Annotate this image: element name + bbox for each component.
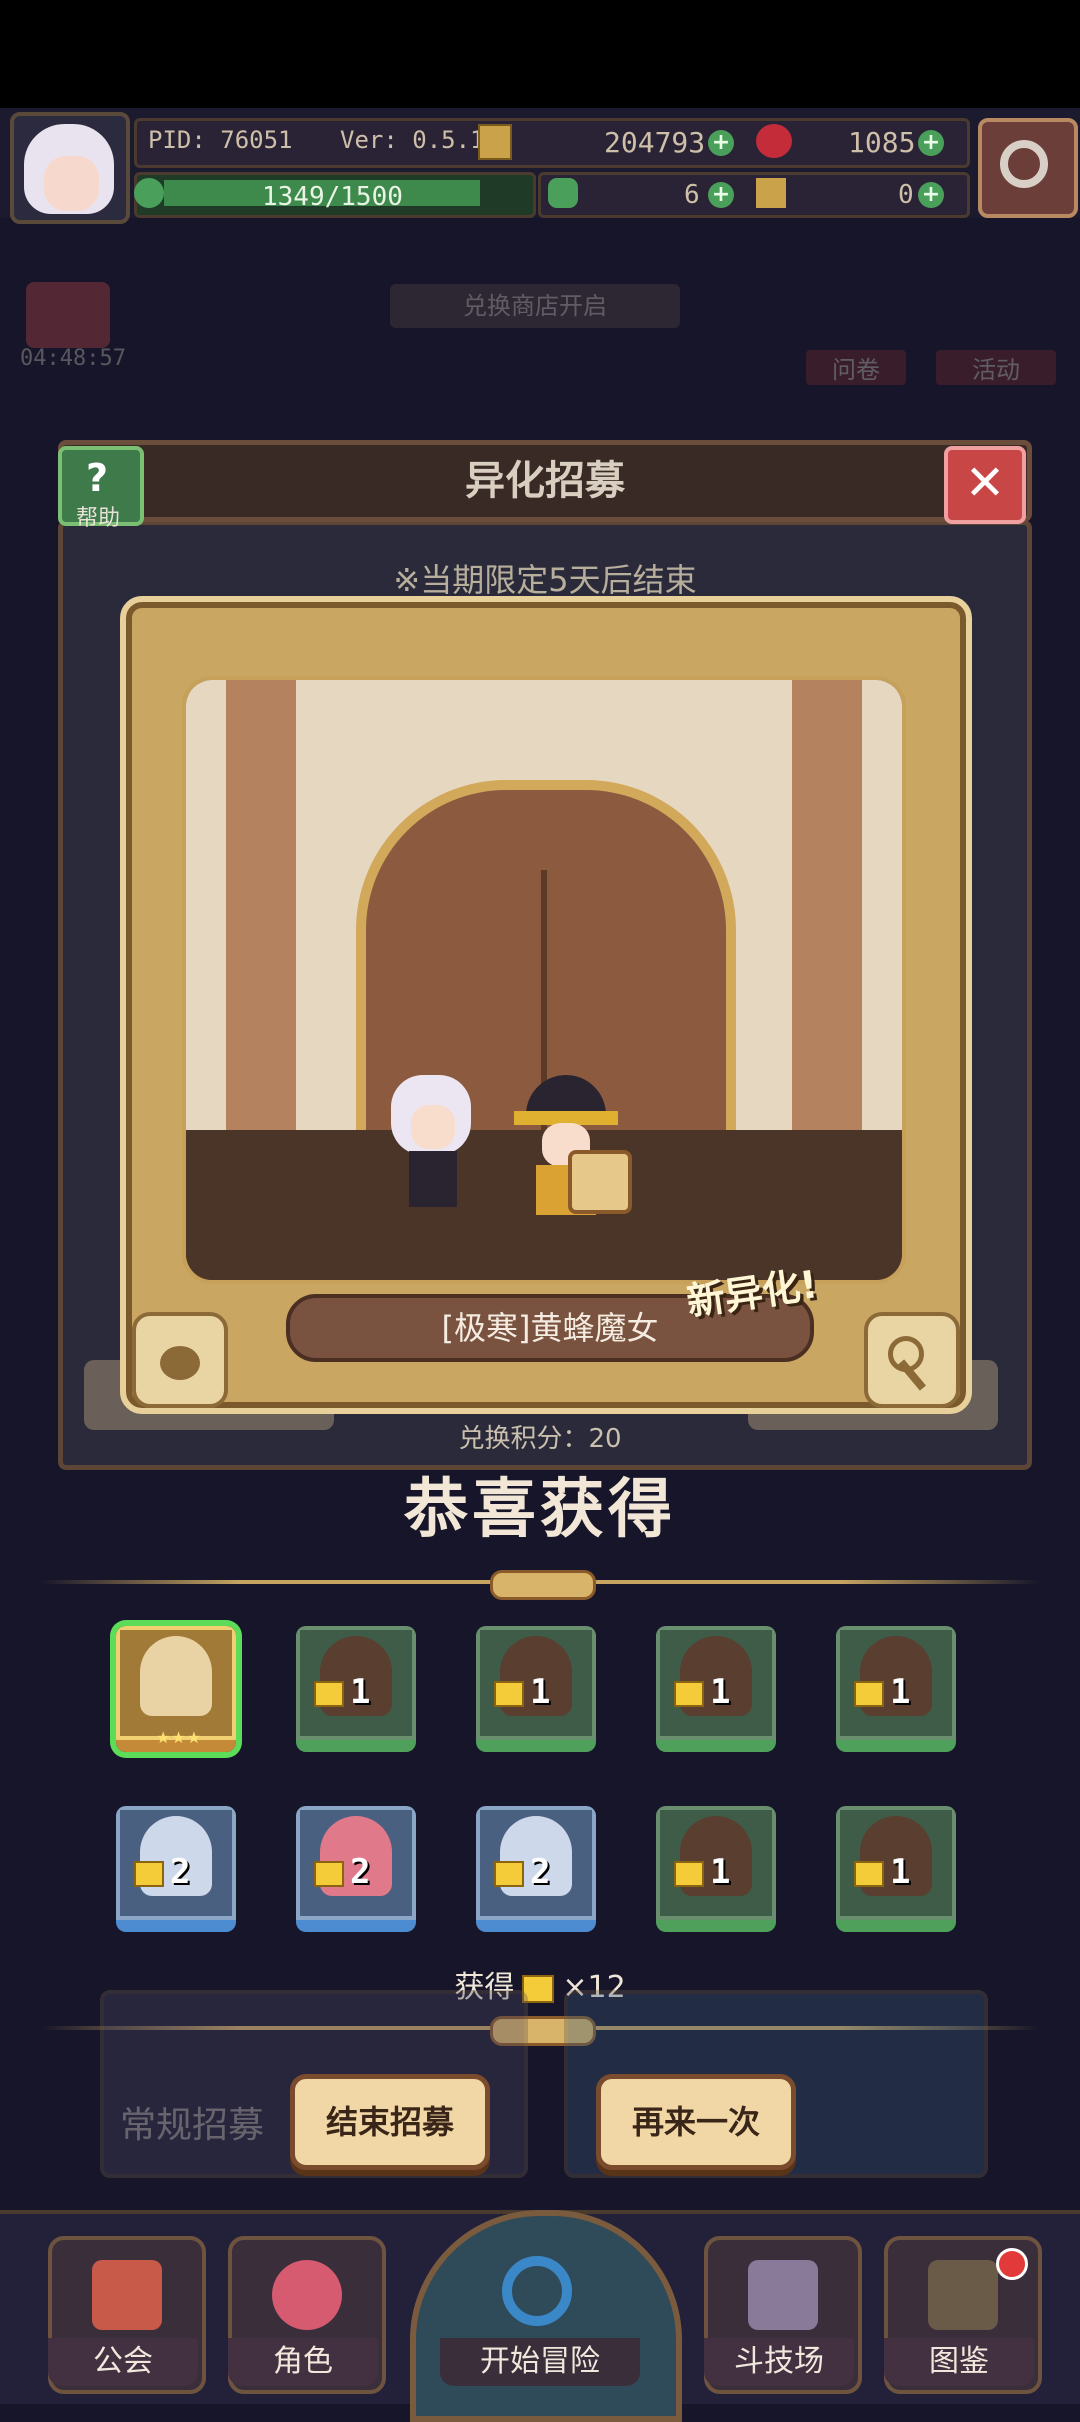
chest-icon bbox=[494, 1680, 524, 1707]
result-card: [极寒]黄蜂魔女 新异化! bbox=[120, 596, 972, 1414]
reward-count: 1 bbox=[530, 1672, 551, 1712]
key-icon-button[interactable] bbox=[864, 1312, 960, 1408]
key-plus-button[interactable]: + bbox=[918, 182, 944, 208]
shop-banner: 兑换商店开启 bbox=[390, 284, 680, 328]
question-icon: ? bbox=[85, 456, 109, 500]
help-label: 帮助 bbox=[75, 506, 120, 531]
chest-icon bbox=[854, 1680, 884, 1707]
nav-adventure-label: 开始冒险 bbox=[440, 2338, 640, 2386]
event-timer: 04:48:57 bbox=[20, 346, 126, 371]
book-icon bbox=[928, 2260, 998, 2330]
gem-icon bbox=[756, 124, 792, 158]
pillar-left bbox=[226, 680, 296, 1130]
reward-count: 1 bbox=[710, 1852, 731, 1892]
clover-amount: 6 bbox=[684, 180, 700, 210]
reward-count: 2 bbox=[350, 1852, 371, 1892]
pillar-right bbox=[792, 680, 862, 1130]
reward-item[interactable]: 2 bbox=[296, 1806, 416, 1932]
hero-character bbox=[381, 1075, 481, 1215]
chest-icon bbox=[674, 1680, 704, 1707]
settings-button[interactable] bbox=[978, 118, 1078, 218]
reward-count: 1 bbox=[710, 1672, 731, 1712]
reward-item[interactable]: 1 bbox=[656, 1626, 776, 1752]
reward-count: 2 bbox=[170, 1852, 191, 1892]
reward-count: 1 bbox=[890, 1672, 911, 1712]
reward-item[interactable]: 2 bbox=[116, 1806, 236, 1932]
normal-recruit-label: 常规招募 bbox=[120, 2105, 265, 2146]
magnifier-icon bbox=[502, 2256, 572, 2326]
status-bar bbox=[0, 0, 1080, 108]
paw-icon[interactable] bbox=[132, 1312, 228, 1408]
reward-item[interactable]: ★★★ bbox=[116, 1626, 236, 1752]
reward-item[interactable]: 1 bbox=[656, 1806, 776, 1932]
reward-stars: ★★★ bbox=[156, 1728, 203, 1747]
reward-item[interactable]: 1 bbox=[836, 1806, 956, 1932]
chest-icon bbox=[854, 1860, 884, 1887]
reward-count: 1 bbox=[890, 1852, 911, 1892]
nav-codex-label: 图鉴 bbox=[884, 2338, 1034, 2386]
recruit-again-button[interactable]: 再来一次 bbox=[596, 2074, 796, 2170]
notification-badge bbox=[996, 2248, 1028, 2280]
clover-icon bbox=[548, 178, 578, 208]
chest-icon bbox=[314, 1680, 344, 1707]
reward-item[interactable]: 1 bbox=[296, 1626, 416, 1752]
divider-gem bbox=[490, 1570, 596, 1600]
reward-count: 2 bbox=[530, 1852, 551, 1892]
gold-plus-button[interactable]: + bbox=[708, 130, 734, 156]
gem-amount: 1085 bbox=[848, 126, 916, 159]
panel-header: 异化招募 bbox=[58, 440, 1032, 522]
chest-icon bbox=[314, 1860, 344, 1887]
player-id: PID: 76051 bbox=[148, 126, 293, 154]
reward-item[interactable]: 1 bbox=[836, 1626, 956, 1752]
gift-icon bbox=[26, 282, 110, 348]
gem-plus-button[interactable]: + bbox=[918, 130, 944, 156]
reward-item[interactable]: 1 bbox=[476, 1626, 596, 1752]
reward-count: 1 bbox=[350, 1672, 371, 1712]
card-scene bbox=[182, 676, 906, 1284]
stamina-value: 1349/1500 bbox=[262, 182, 403, 212]
close-button[interactable]: ✕ bbox=[944, 446, 1026, 524]
exchange-points: 兑换积分：20 bbox=[458, 1424, 622, 1454]
guild-icon bbox=[92, 2260, 162, 2330]
panel-title: 异化招募 bbox=[465, 458, 625, 504]
end-recruit-button[interactable]: 结束招募 bbox=[290, 2074, 490, 2170]
gear-icon bbox=[1000, 140, 1048, 188]
character-icon bbox=[272, 2260, 342, 2330]
key-amount: 0 bbox=[898, 180, 914, 210]
key-icon bbox=[756, 178, 786, 208]
nav-role-label: 角色 bbox=[228, 2338, 378, 2386]
gold-coin-icon bbox=[478, 124, 512, 160]
nav-arena-label: 斗技场 bbox=[704, 2338, 854, 2386]
coin-medal-icon bbox=[568, 1150, 632, 1214]
gold-amount: 204793 bbox=[604, 126, 706, 159]
activity-label: 活动 bbox=[936, 350, 1056, 385]
swords-icon bbox=[748, 2260, 818, 2330]
congrats-title: 恭喜获得 bbox=[404, 1473, 676, 1547]
chest-icon bbox=[134, 1860, 164, 1887]
chest-icon bbox=[494, 1860, 524, 1887]
chest-icon bbox=[674, 1860, 704, 1887]
survey-label: 问卷 bbox=[806, 350, 906, 385]
clover-plus-button[interactable]: + bbox=[708, 182, 734, 208]
reward-item[interactable]: 2 bbox=[476, 1806, 596, 1932]
stamina-icon bbox=[134, 178, 164, 208]
player-avatar[interactable] bbox=[10, 112, 130, 224]
limited-notice: ※当期限定5天后结束 bbox=[393, 561, 697, 599]
nav-guild-label: 公会 bbox=[48, 2338, 198, 2386]
